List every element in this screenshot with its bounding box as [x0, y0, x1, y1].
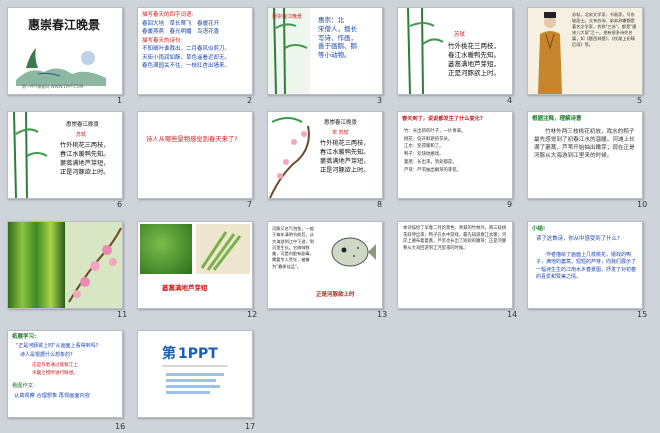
- logo-bars: [166, 373, 224, 399]
- question-2: 诗人是根据什么想象的?: [20, 352, 73, 358]
- slide-thumb-9[interactable]: 春天到了，说说都发生了什么变化? 竹：长出新的叶子，一片青翠。 桃花：绽开鲜艳的花…: [397, 111, 513, 199]
- bio-text: 惠崇：北 宋僧人，擅长 写诗、作画， 善于画鹅、鹅 等小动物。: [318, 16, 357, 60]
- slide-number-4: 4: [507, 96, 513, 105]
- slide-number-12: 12: [247, 310, 258, 319]
- tag-title: 惠崇春江晚景: [272, 14, 303, 20]
- reed-shoot-photo: [196, 224, 250, 274]
- slide-number-9: 9: [507, 200, 513, 209]
- heading: 根据注释，理解诗意: [532, 116, 582, 122]
- change-list: 竹：长出新的叶子，一片青翠。 桃花：绽开鲜艳的花朵。 江水：变得暖和了。 鸭子：欢快地…: [404, 129, 466, 173]
- question-text: 诗人从哪些景物感觉到春天来了?: [146, 136, 238, 143]
- question-text: 读了这首诗，你从中感受到了什么?: [536, 236, 620, 242]
- pufferfish-illustration: [331, 237, 376, 267]
- slide-thumb-8[interactable]: 惠崇春江晚景 宋 苏轼 竹外桃花三两枝， 春江水暖鸭先知。 蒌蒿满地芦芽短， 正是河豚…: [267, 111, 383, 199]
- slide-thumb-11[interactable]: [7, 221, 123, 309]
- logo-underline: [162, 365, 228, 367]
- pufferfish-text: 河豚又名气泡鱼，一般于每年清明节前后，从大海游到江中下游，到河里生长。它肉味鲜美…: [272, 226, 314, 269]
- slide-number-5: 5: [637, 96, 643, 105]
- slide-thumb-15[interactable]: 小结: 读了这首诗，你从中感受到了什么? 作者描绘了画面上几枝桃花，嬉戏的鸭子，…: [527, 221, 643, 309]
- slide-thumb-7[interactable]: 诗人从哪些景物感觉到春天来了?: [137, 111, 253, 199]
- slide-thumb-6[interactable]: 惠崇春江晚景 苏轼 竹外桃花三两枝， 春江水暖鸭先知。 蒌蒿满地芦芽短， 正是河豚欲上…: [7, 111, 123, 199]
- summary-text: 作者描绘了画面上几枝桃花，嬉戏的鸭子，满地的蒌蒿，短短的芦芽，向我们展示了一幅诗…: [536, 252, 637, 280]
- slide-number-16: 16: [115, 422, 126, 431]
- logo-text: 1PPT: [178, 346, 218, 362]
- slide-number-7: 7: [247, 200, 253, 209]
- artemisia-photo: [140, 224, 192, 274]
- slide-number-6: 6: [117, 200, 123, 209]
- slide-thumb-17[interactable]: 第 1PPT: [137, 330, 253, 418]
- caption: 正是河豚欲上时: [316, 292, 355, 298]
- logo-prefix: 第: [162, 346, 176, 362]
- slide-number-10: 10: [637, 200, 648, 209]
- slide-thumb-1[interactable]: 惠崇春江晚景 第一PPT模板网-WWW.1PPT.COM: [7, 7, 123, 95]
- footer-text: 第一PPT模板网-WWW.1PPT.COM: [22, 84, 84, 89]
- answer-2: 水暖之物所进行联想。: [32, 371, 78, 376]
- slide-thumb-12[interactable]: 蒌蒿满地芦芽短: [137, 221, 253, 309]
- text-block: 描写春天的四字词语: 春回大地 草长莺飞 春暖花开 春暖燕燕 春光明媚 鸟语花香…: [142, 12, 231, 70]
- slide-thumb-13[interactable]: 河豚又名气泡鱼，一般于每年清明节前后，从大海游到江中下游，到河里生长。它肉味鲜美…: [267, 221, 383, 309]
- tag-title: 惠崇春江晚景: [324, 120, 358, 126]
- slide-number-14: 14: [507, 310, 518, 319]
- answer-1: 这是作者通过观察江上: [32, 363, 78, 368]
- heading: 拓展学习:: [12, 334, 37, 340]
- slide-number-3: 3: [377, 96, 383, 105]
- bio-text: 苏轼，北宋文学家，书画家，号东坡居士。父亲苏洵、弟弟苏辙都是著名文学家，合称"三…: [572, 12, 637, 48]
- sub-heading: 看图作文:: [12, 383, 35, 389]
- slide-number-1: 1: [117, 96, 123, 105]
- slide-thumb-2[interactable]: 描写春天的四字词语: 春回大地 草长莺飞 春暖花开 春暖燕燕 春光明媚 鸟语花香…: [137, 7, 253, 95]
- portrait-illustration: [538, 12, 562, 94]
- heading: 小结:: [532, 226, 546, 232]
- slide-number-11: 11: [117, 310, 128, 319]
- author-label: 苏轼: [454, 32, 466, 38]
- blossom-photo: [65, 222, 122, 308]
- caption: 蒌蒿满地芦芽短: [162, 284, 208, 292]
- heading-verses: 描写春天的诗句:: [142, 37, 183, 44]
- poem-text: 竹外桃花三两枝， 春江水暖鸭先知。 蒌蒿满地芦芽短， 正是河豚欲上时。: [60, 142, 110, 176]
- heading: 春天到了，说说都发生了什么变化?: [402, 116, 483, 122]
- slide-thumb-5[interactable]: 苏轼，北宋文学家，书画家，号东坡居士。父亲苏洵、弟弟苏辙都是著名文学家，合称"三…: [527, 7, 643, 95]
- summary-text: 本诗描绘了早春二月的景色：青翠的竹林外，两三枝桃花斜伸出来；鸭子在水中游戏，最先…: [403, 226, 507, 251]
- question-1: "正是河豚欲上时"从画面上看得到吗?: [16, 343, 99, 349]
- slide-number-17: 17: [245, 422, 256, 431]
- heading-words: 描写春天的四字词语:: [142, 12, 194, 18]
- slide-number-8: 8: [377, 200, 383, 209]
- poem-text: 竹外桃花三两枝， 春江水暖鸭先知。 蒌蒿满地芦芽短， 正是河豚欲上时。: [448, 42, 500, 78]
- slide-thumb-14[interactable]: 本诗描绘了早春二月的景色：青翠的竹林外，两三枝桃花斜伸出来；鸭子在水中游戏，最先…: [397, 221, 513, 309]
- slide-thumb-16[interactable]: 拓展学习: "正是河豚欲上时"从画面上看得到吗? 诗人是根据什么想象的? 这是作…: [7, 330, 123, 418]
- tag-title: 惠崇春江晚景: [66, 122, 100, 128]
- slide-number-13: 13: [377, 310, 388, 319]
- meaning-text: 竹林外两三枝桃花初放，戏水的鸭子最先感觉到了初春江水的温暖。河滩上长满了蒌蒿，芦…: [534, 129, 635, 160]
- slide-number-15: 15: [637, 310, 648, 319]
- author-label: 苏轼: [76, 132, 87, 138]
- tips-text: 认真观察 合理想象 再现画面内容: [14, 393, 90, 399]
- slide-thumb-3[interactable]: 惠崇春江晚景 惠崇：北 宋僧人，擅长 写诗、作画， 善于画鹅、鹅 等小动物。: [267, 7, 383, 95]
- slide-title: 惠崇春江晚景: [28, 18, 101, 32]
- slide-thumb-10[interactable]: 根据注释，理解诗意 竹林外两三枝桃花初放，戏水的鸭子最先感觉到了初春江水的温暖。…: [527, 111, 643, 199]
- poem-text: 竹外桃花三两枝， 春江水暖鸭先知。 蒌蒿满地芦芽短， 正是河豚欲上时。: [320, 140, 370, 174]
- slide-thumb-4[interactable]: 苏轼 竹外桃花三两枝， 春江水暖鸭先知。 蒌蒿满地芦芽短， 正是河豚欲上时。: [397, 7, 513, 95]
- author-label: 宋 苏轼: [332, 130, 349, 136]
- bamboo-photo: [8, 222, 65, 308]
- slide-number-2: 2: [247, 96, 253, 105]
